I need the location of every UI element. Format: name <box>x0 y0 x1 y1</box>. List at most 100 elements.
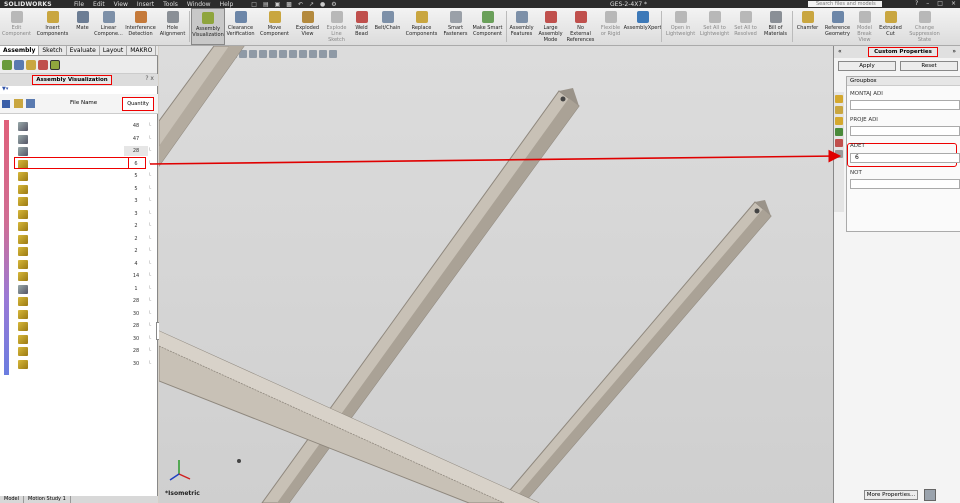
graphics-area[interactable]: *Isometric <box>159 46 833 503</box>
exploded-view-button[interactable]: Exploded View <box>293 8 323 45</box>
list-item[interactable]: 2 └ <box>0 220 158 233</box>
tab-motion-study[interactable]: Motion Study 1 <box>24 496 71 503</box>
custom-properties-icon[interactable] <box>835 150 843 158</box>
properties-settings-icon[interactable] <box>924 489 936 501</box>
explode-line-sketch-button[interactable]: Explode Line Sketch <box>323 8 351 45</box>
montaj-adi-field[interactable] <box>850 100 960 110</box>
reset-button[interactable]: Reset <box>900 61 958 71</box>
minimize-icon[interactable]: – <box>926 0 929 7</box>
resources-icon[interactable] <box>835 95 843 103</box>
expand-icon[interactable]: » <box>952 48 956 55</box>
smart-fasteners-button[interactable]: Smart Fasteners <box>441 8 471 45</box>
help-icon[interactable]: ? <box>915 0 918 7</box>
rebuild-icon[interactable]: ● <box>320 1 325 8</box>
list-item[interactable]: 4 └ <box>0 258 158 271</box>
make-smart-component-button[interactable]: Make Smart Component <box>471 8 505 45</box>
open-icon[interactable]: ▤ <box>263 1 269 8</box>
list-item[interactable]: 1 └ <box>0 283 158 296</box>
tab-sketch[interactable]: Sketch <box>39 46 67 55</box>
menu-tools[interactable]: Tools <box>163 1 178 8</box>
more-properties-button[interactable]: More Properties... <box>864 490 918 500</box>
assemblyxpert-button[interactable]: AssemblyXpert <box>624 8 661 45</box>
large-assembly-mode-button[interactable]: Large Assembly Mode <box>536 8 566 45</box>
filter-dropdown[interactable]: ▼▾ <box>0 86 158 94</box>
search-input[interactable]: Search files and models <box>808 1 882 7</box>
list-item[interactable]: 30 └ <box>0 358 158 371</box>
set-all-to-lightweight-button[interactable]: Set All to Lightweight <box>699 8 731 45</box>
restore-icon[interactable]: □ <box>937 0 943 7</box>
undo-icon[interactable]: ↶ <box>298 1 303 8</box>
menu-insert[interactable]: Insert <box>137 1 154 8</box>
list-item[interactable]: 30 └ <box>0 333 158 346</box>
adet-field[interactable]: 6 <box>850 153 960 163</box>
display-manager-icon[interactable] <box>38 60 48 70</box>
print-icon[interactable]: ▩ <box>286 1 292 8</box>
property-manager-icon[interactable] <box>14 60 24 70</box>
insert-components-button[interactable]: Insert Components <box>34 8 72 45</box>
tab-evaluate[interactable]: Evaluate <box>67 46 100 55</box>
linear-component-button[interactable]: Linear Compone... <box>94 8 124 45</box>
list-item[interactable]: 5 └ <box>0 170 158 183</box>
mate-button[interactable]: Mate <box>72 8 94 45</box>
tab-layout[interactable]: Layout <box>100 46 128 55</box>
list-item[interactable]: 48 └ <box>0 120 158 133</box>
change-suppression-state-button[interactable]: Change Suppression State <box>906 8 944 45</box>
move-component-button[interactable]: Move Component <box>257 8 293 45</box>
menu-window[interactable]: Window <box>187 1 211 8</box>
list-item[interactable]: 28 └ <box>0 145 158 158</box>
list-item[interactable]: 30 └ <box>0 308 158 321</box>
extruded-cut-button[interactable]: Extruded Cut <box>876 8 906 45</box>
edit-component-button[interactable]: Edit Component <box>0 8 34 45</box>
interference-detection-button[interactable]: Interference Detection <box>124 8 158 45</box>
menu-view[interactable]: View <box>114 1 128 8</box>
list-item[interactable]: 28 └ <box>0 295 158 308</box>
select-icon[interactable]: ↗ <box>309 1 314 8</box>
save-icon[interactable]: ▣ <box>275 1 281 8</box>
list-item[interactable]: 2 └ <box>0 233 158 246</box>
menu-file[interactable]: File <box>74 1 84 8</box>
list-item[interactable]: 2 └ <box>0 245 158 258</box>
design-library-icon[interactable] <box>835 106 843 114</box>
feature-manager-icon[interactable] <box>2 60 12 70</box>
file-explorer-icon[interactable] <box>835 117 843 125</box>
tab-assembly[interactable]: Assembly <box>0 46 40 55</box>
clearance-verification-button[interactable]: Clearance Verification <box>225 8 257 45</box>
menu-edit[interactable]: Edit <box>93 1 105 8</box>
appearances-icon[interactable] <box>835 139 843 147</box>
not-field[interactable] <box>850 179 960 189</box>
list-item[interactable]: 5 └ <box>0 183 158 196</box>
list-item[interactable]: 28 └ <box>0 345 158 358</box>
task-pane-title[interactable]: Custom Properties <box>868 47 938 57</box>
collapse-icon[interactable]: « <box>838 48 842 55</box>
chamfer-button[interactable]: Chamfer <box>794 8 822 45</box>
options-icon[interactable]: ⚙ <box>331 1 336 8</box>
assembly-icon[interactable] <box>26 99 35 108</box>
parts-icon[interactable] <box>14 99 23 108</box>
column-file-name[interactable]: File Name <box>70 100 97 106</box>
belt-chain-button[interactable]: Belt/Chain <box>373 8 403 45</box>
list-item[interactable]: 14 └ <box>0 270 158 283</box>
assembly-features-button[interactable]: Assembly Features <box>508 8 536 45</box>
view-palette-icon[interactable] <box>835 128 843 136</box>
list-item[interactable]: 3 └ <box>0 208 158 221</box>
replace-components-button[interactable]: Replace Components <box>403 8 441 45</box>
configuration-manager-icon[interactable] <box>26 60 36 70</box>
tab-makro[interactable]: MAKRO <box>127 46 157 55</box>
list-view-icon[interactable] <box>2 100 10 108</box>
bill-of-materials-button[interactable]: Bill of Materials <box>761 8 791 45</box>
open-in-lightweight-button[interactable]: Open in Lightweight <box>663 8 699 45</box>
tab-model[interactable]: Model <box>0 496 25 503</box>
flexible-or-rigid-button[interactable]: Flexible or Rigid <box>596 8 626 45</box>
list-item[interactable]: 47 └ <box>0 133 158 146</box>
assembly-visualization-button[interactable]: Assembly Visualization <box>191 8 225 45</box>
panel-help-close[interactable]: ? x <box>145 75 154 82</box>
set-all-to-resolved-button[interactable]: Set All to Resolved <box>731 8 761 45</box>
reference-geometry-button[interactable]: Reference Geometry <box>822 8 854 45</box>
assembly-visualization-tab-icon[interactable] <box>50 60 60 70</box>
new-icon[interactable]: □ <box>251 1 257 8</box>
list-item[interactable]: 3 └ <box>0 195 158 208</box>
weld-bead-button[interactable]: Weld Bead <box>351 8 373 45</box>
apply-button[interactable]: Apply <box>838 61 896 71</box>
no-external-references-button[interactable]: No External References <box>566 8 596 45</box>
column-quantity[interactable]: Quantity <box>122 97 154 111</box>
